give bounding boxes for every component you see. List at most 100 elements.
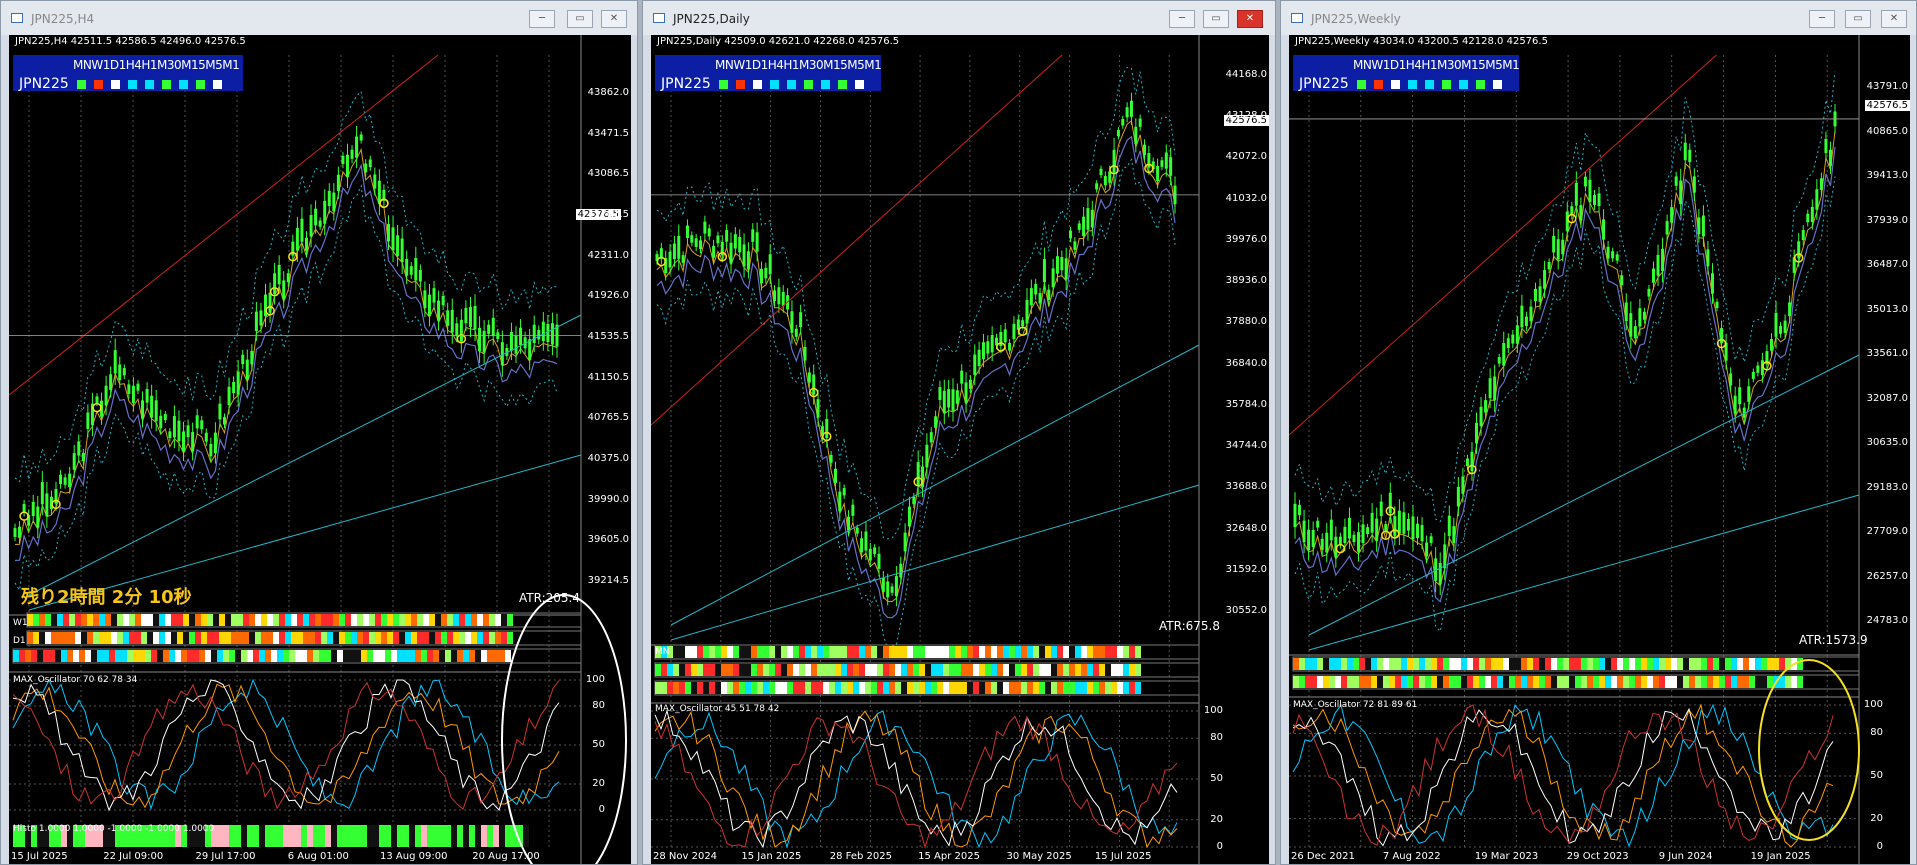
color-strip-cell	[453, 614, 459, 626]
price-axis-label: 34744.0	[1225, 440, 1267, 452]
color-strip-cell	[1569, 676, 1575, 688]
color-strip-cell	[363, 632, 369, 644]
minimize-button[interactable]: ─	[1169, 10, 1195, 28]
candle-body	[482, 330, 486, 353]
title-bar[interactable]: JPN225,H4 ─ ▭ ✕	[1, 1, 637, 35]
maximize-button[interactable]: ▭	[567, 10, 593, 28]
minimize-button[interactable]: ─	[529, 10, 555, 28]
candle-body	[1511, 334, 1515, 344]
color-strip-cell	[1545, 676, 1551, 688]
color-strip-cell	[697, 682, 703, 694]
candle-body	[1484, 400, 1488, 413]
color-strip-cell	[1033, 682, 1039, 694]
title-bar[interactable]: JPN225,Daily ─ ▭ ✕	[643, 1, 1275, 35]
timeframe-status-square	[128, 80, 137, 89]
timeframe-status-square	[787, 80, 796, 89]
color-strip-cell	[1033, 664, 1039, 676]
color-strip-cell	[1467, 658, 1473, 670]
color-strip-cell	[721, 664, 727, 676]
color-strip-cell	[369, 632, 375, 644]
price-axis-label: 33561.0	[1866, 348, 1908, 359]
candle-body	[860, 538, 864, 553]
color-strip-cell	[213, 614, 219, 626]
histogram-bar	[343, 825, 349, 847]
color-strip-cell	[303, 614, 309, 626]
candle-body	[881, 577, 885, 592]
color-strip-cell	[189, 632, 195, 644]
color-strip-cell	[913, 646, 919, 658]
color-strip-cell	[1045, 646, 1051, 658]
timeframe-status-square	[213, 80, 222, 89]
color-strip-cell	[247, 650, 253, 662]
candle-body	[672, 243, 676, 260]
candle-body	[938, 387, 942, 401]
color-strip-cell	[793, 664, 799, 676]
candle-body	[907, 506, 911, 527]
price-chart[interactable]: JPN225,H4 42511.5 42586.5 42496.0 42576.…	[9, 35, 631, 864]
timeframe-status-square	[1476, 80, 1485, 89]
candle-body	[441, 295, 445, 306]
candle-body	[550, 323, 554, 345]
candle-body	[725, 230, 729, 242]
minimize-button[interactable]: ─	[1809, 10, 1835, 28]
close-button[interactable]: ✕	[1237, 10, 1263, 28]
color-strip-cell	[381, 632, 387, 644]
color-strip-cell	[223, 650, 229, 662]
candle-body	[890, 586, 894, 593]
color-strip-cell	[1329, 658, 1335, 670]
symbol-label: JPN225	[1299, 76, 1349, 92]
candle-body	[537, 329, 541, 340]
color-strip-cell	[207, 614, 213, 626]
color-strip-cell	[1659, 676, 1665, 688]
color-strip-cell	[865, 646, 871, 658]
color-strip-cell	[673, 682, 679, 694]
color-strip-cell	[259, 650, 265, 662]
atr-label: ATR:675.8	[1159, 619, 1220, 633]
close-button[interactable]: ✕	[1881, 10, 1907, 28]
price-chart[interactable]: JPN225,Weekly 43034.0 43200.5 42128.0 42…	[1289, 35, 1910, 864]
price-chart[interactable]: JPN225,Daily 42509.0 42621.0 42268.0 425…	[651, 35, 1269, 864]
chart-window-h4[interactable]: JPN225,H4 ─ ▭ ✕ JPN225,H4 42511.5 42586.…	[0, 0, 638, 865]
color-strip-cell	[109, 650, 115, 662]
candle-body	[1824, 138, 1828, 154]
color-strip-cell	[781, 646, 787, 658]
color-strip-cell	[1761, 676, 1767, 688]
color-strip-cell	[423, 614, 429, 626]
color-strip-cell	[1051, 682, 1057, 694]
candle-body	[1443, 544, 1447, 569]
color-strip-cell	[57, 632, 63, 644]
color-strip-cell	[135, 632, 141, 644]
maximize-button[interactable]: ▭	[1203, 10, 1229, 28]
candle-body	[855, 527, 859, 534]
candle-body	[1706, 249, 1710, 267]
candle-body	[716, 235, 720, 244]
color-strip-cell	[475, 650, 481, 662]
color-strip-cell	[1039, 682, 1045, 694]
color-strip-cell	[477, 632, 483, 644]
candle-body	[1470, 451, 1474, 472]
color-strip-cell	[1473, 658, 1479, 670]
chart-window-daily[interactable]: JPN225,Daily ─ ▭ ✕ JPN225,Daily 42509.0 …	[642, 0, 1276, 865]
maximize-button[interactable]: ▭	[1845, 10, 1871, 28]
color-strip-cell	[667, 664, 673, 676]
color-strip-cell	[1539, 658, 1545, 670]
timeframe-status-square	[719, 80, 728, 89]
oscillator-level-label: 100	[1203, 705, 1223, 716]
title-bar[interactable]: JPN225,Weekly ─ ▭ ✕	[1281, 1, 1916, 35]
color-strip-cell	[1695, 658, 1701, 670]
color-strip-cell	[501, 614, 507, 626]
time-axis-label: 15 Jan 2025	[741, 851, 802, 862]
color-strip-cell	[1581, 658, 1587, 670]
color-strip-cell	[1467, 676, 1473, 688]
candle-body	[1665, 221, 1669, 235]
trendline-cyan	[670, 484, 1200, 641]
chart-window-weekly[interactable]: JPN225,Weekly ─ ▭ ✕ JPN225,Weekly 43034.…	[1280, 0, 1917, 865]
histogram-bar	[421, 825, 427, 847]
color-strip-cell	[441, 614, 447, 626]
color-strip-cell	[1057, 646, 1063, 658]
color-strip-cell	[733, 646, 739, 658]
close-button[interactable]: ✕	[601, 10, 627, 28]
candle-body	[925, 444, 929, 468]
color-strip-cell	[835, 664, 841, 676]
candle-body	[1008, 342, 1012, 351]
